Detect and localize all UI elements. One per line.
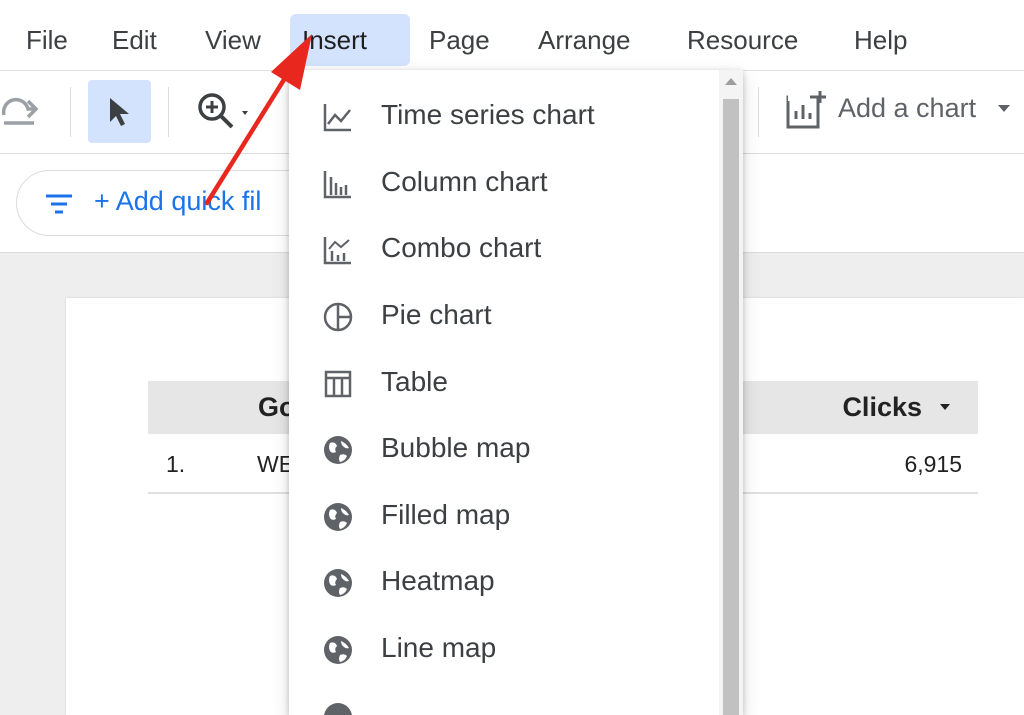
menu-insert[interactable]: Insert [290,14,410,66]
sort-desc-icon[interactable] [940,404,950,410]
menu-item-time-series-chart[interactable]: Time series chart [289,83,719,149]
toolbar-divider [70,87,71,137]
menu-item-label: Bubble map [381,432,531,463]
menu-item-table[interactable]: Table [289,350,719,416]
globe-icon [321,500,355,534]
menu-item-label: Pie chart [381,299,492,330]
menu-item-label: Heatmap [381,565,495,596]
add-chart-label: Add a chart [838,93,977,123]
zoom-icon [192,89,248,135]
table-icon [321,367,355,401]
menu-item-label: Table [381,366,448,397]
menu-arrange[interactable]: Arrange [526,14,643,66]
row-index: 1. [166,451,186,477]
menu-item-combo-chart[interactable]: Combo chart [289,216,719,282]
time-series-icon [321,100,355,134]
menu-item-filled-map[interactable]: Filled map [289,483,719,549]
menu-item-label: Combo chart [381,232,542,263]
combo-chart-icon [321,233,355,267]
menu-bar: File Edit View Insert Page Arrange Resou… [0,0,1024,71]
menu-file[interactable]: File [14,14,80,66]
column-chart-icon [321,167,355,201]
select-pointer-button[interactable] [88,80,151,143]
row-clicks-value: 6,915 [904,451,962,477]
menu-item-label: Column chart [381,166,548,197]
pie-chart-icon [321,300,355,334]
menu-item-bubble-map[interactable]: Bubble map [289,416,719,482]
menu-page[interactable]: Page [417,14,502,66]
menu-edit[interactable]: Edit [100,14,169,66]
menu-item-label: Filled map [381,499,511,530]
scroll-up-icon[interactable] [725,78,737,85]
menu-item-label: Line map [381,632,497,663]
globe-icon [321,700,355,715]
menu-item-heatmap[interactable]: Heatmap [289,549,719,615]
menu-item-label: Time series chart [381,99,595,130]
menu-item-pie-chart[interactable]: Pie chart [289,283,719,349]
insert-menu: Time series chart Column chart Combo cha… [289,70,743,715]
menu-item-column-chart[interactable]: Column chart [289,150,719,216]
menu-view[interactable]: View [193,14,273,66]
zoom-button[interactable] [192,89,248,135]
column-header-clicks[interactable]: Clicks [842,392,922,423]
toolbar-divider [758,87,759,137]
globe-icon [321,633,355,667]
menu-scrollbar-thumb[interactable] [723,99,739,715]
chevron-down-icon[interactable] [998,105,1010,112]
redo-icon[interactable] [0,91,44,135]
select-pointer-icon [107,96,133,128]
filter-icon [44,193,74,220]
menu-item-line-map[interactable]: Line map [289,616,719,682]
globe-icon [321,566,355,600]
toolbar-divider [168,87,169,137]
add-quick-filter-label: + Add quick fil [94,186,262,216]
add-chart-icon [784,89,828,133]
menu-resource[interactable]: Resource [675,14,810,66]
menu-help[interactable]: Help [842,14,919,66]
globe-icon [321,433,355,467]
